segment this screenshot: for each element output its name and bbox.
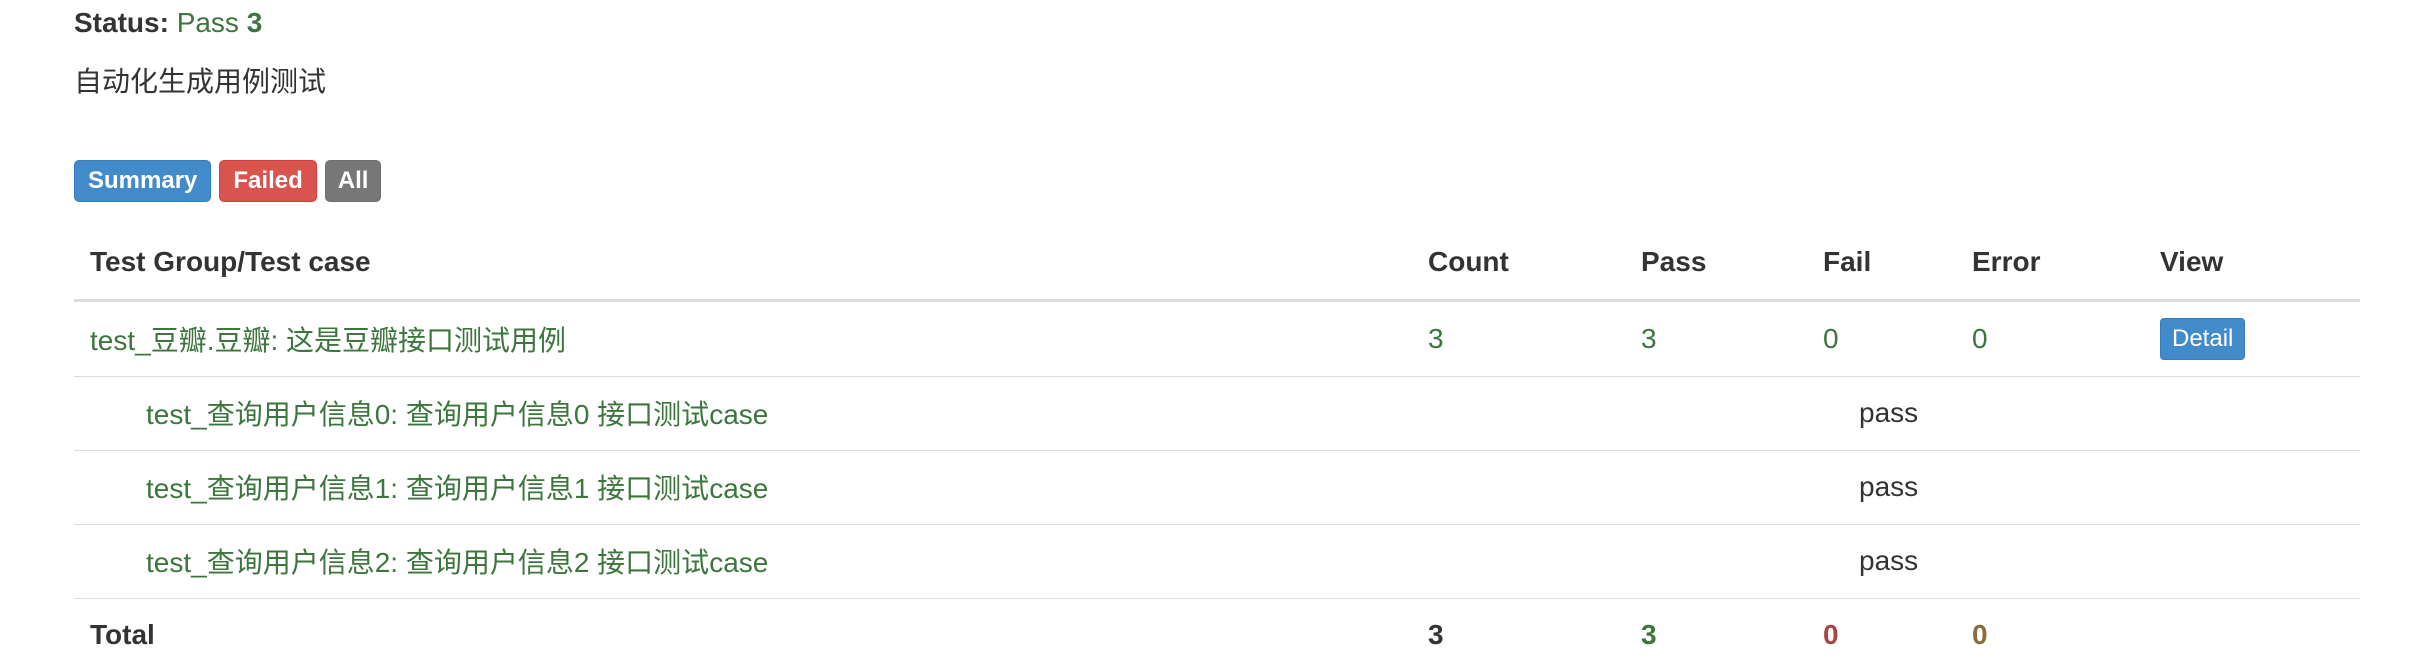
summary-button[interactable]: Summary <box>74 160 212 202</box>
test-case-status[interactable]: pass <box>1807 450 2360 524</box>
group-count: 3 <box>1428 322 1444 354</box>
total-fail: 0 <box>1823 619 1839 651</box>
test-group-row: test_豆瓣.豆瓣: 这是豆瓣接口测试用例 3 3 0 0 Detail <box>74 300 2360 376</box>
group-name: test_豆瓣.豆瓣: 这是豆瓣接口测试用例 <box>90 324 567 356</box>
filter-buttons: Summary Failed All <box>74 160 382 202</box>
group-error: 0 <box>1972 322 1988 354</box>
table-header-row: Test Group/Test case Count Pass Fail Err… <box>74 226 2360 302</box>
detail-button[interactable]: Detail <box>2160 317 2246 360</box>
test-case-status[interactable]: pass <box>1807 376 2360 450</box>
header-count: Count <box>1412 226 1625 302</box>
total-view-cell <box>2144 598 2360 672</box>
group-pass: 3 <box>1641 322 1657 354</box>
test-case-name: test_查询用户信息0: 查询用户信息0 接口测试case <box>146 399 769 430</box>
test-case-row: test_查询用户信息2: 查询用户信息2 接口测试case pass <box>74 524 2360 598</box>
test-case-row: test_查询用户信息1: 查询用户信息1 接口测试case pass <box>74 450 2360 524</box>
test-case-name: test_查询用户信息2: 查询用户信息2 接口测试case <box>146 547 769 578</box>
status-line: Status: Pass 3 <box>74 6 262 40</box>
test-case-row: test_查询用户信息0: 查询用户信息0 接口测试case pass <box>74 376 2360 450</box>
header-test-group: Test Group/Test case <box>74 226 1412 302</box>
header-fail: Fail <box>1807 226 1956 302</box>
header-pass: Pass <box>1625 226 1807 302</box>
test-case-name: test_查询用户信息1: 查询用户信息1 接口测试case <box>146 473 769 504</box>
status-label: Status: <box>74 7 169 38</box>
all-button[interactable]: All <box>324 160 382 202</box>
total-label: Total <box>90 619 155 651</box>
results-table: Test Group/Test case Count Pass Fail Err… <box>74 226 2360 672</box>
failed-button[interactable]: Failed <box>219 160 317 202</box>
total-error: 0 <box>1972 619 1988 651</box>
status-count: 3 <box>246 7 263 38</box>
header-view: View <box>2144 226 2360 302</box>
group-view-cell: Detail <box>2144 300 2360 376</box>
total-row: Total 3 3 0 0 <box>74 598 2360 672</box>
total-count: 3 <box>1428 619 1444 651</box>
header-error: Error <box>1956 226 2144 302</box>
status-result: Pass <box>176 7 239 38</box>
group-fail: 0 <box>1823 322 1839 354</box>
total-pass: 3 <box>1641 619 1657 651</box>
report-description: 自动化生成用例测试 <box>74 66 327 97</box>
test-case-status[interactable]: pass <box>1807 524 2360 598</box>
